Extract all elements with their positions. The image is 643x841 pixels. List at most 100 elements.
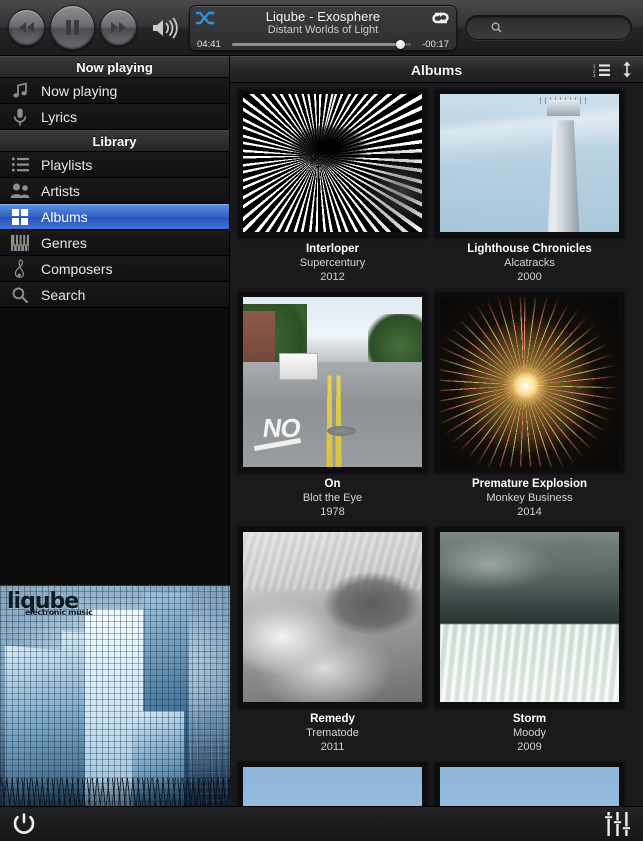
piano-icon [9, 234, 31, 251]
album-cover[interactable] [435, 89, 624, 237]
now-playing-artwork-panel: liqube electronic music ★★★★★ [0, 585, 230, 841]
album-cover-image [243, 767, 422, 806]
album-cover-image [440, 532, 619, 702]
album-year: 2012 [320, 271, 345, 283]
album-cell[interactable]: Premature Explosion Monkey Business 2014 [435, 292, 624, 519]
equalizer-button[interactable] [605, 812, 631, 836]
album-year: 2009 [517, 741, 542, 753]
sidebar-item-genres[interactable]: Genres [0, 230, 229, 256]
album-year: 2014 [517, 506, 542, 518]
previous-button[interactable] [8, 9, 45, 46]
album-name: Premature Explosion [471, 478, 588, 490]
sidebar-item-now-playing[interactable]: Now playing [0, 78, 229, 104]
up-down-arrow-icon [623, 61, 631, 78]
seek-slider[interactable] [232, 39, 411, 49]
album-year: 2011 [320, 741, 345, 753]
album-cover-image: ON [243, 297, 422, 467]
search-box[interactable] [465, 15, 632, 40]
album-name: Storm [512, 713, 547, 725]
play-pause-button[interactable] [50, 5, 95, 50]
album-cover[interactable] [435, 527, 624, 707]
album-cover[interactable]: ON [238, 292, 427, 472]
sidebar-item-label: Lyrics [41, 108, 78, 125]
artwork-logo: liqube electronic music [7, 591, 93, 617]
sidebar-list: Now playing Now playing Lyrics Library Playl… [0, 56, 229, 308]
album-cover[interactable] [435, 292, 624, 472]
album-artist: Blot the Eye [302, 492, 363, 504]
microphone-icon [9, 108, 31, 126]
album-cell[interactable]: Lighthouse Chronicles Alcatracks 2000 [435, 89, 624, 284]
people-icon [9, 183, 31, 198]
album-meta: Interloper Supercentury 2012 [238, 237, 427, 284]
album-grid: Interloper Supercentury 2012 Lighthouse Chr… [230, 83, 643, 806]
sidebar-item-label: Artists [41, 182, 80, 199]
resize-button[interactable] [622, 61, 632, 78]
artwork-logo-sub: electronic music [25, 608, 93, 617]
sidebar-item-search[interactable]: Search [0, 282, 229, 308]
transport-controls [0, 5, 179, 50]
shuffle-button[interactable] [195, 10, 215, 25]
content-pane: Albums 1 2 3 Interloper Supercentury 201… [230, 56, 643, 806]
bottom-toolbar [0, 806, 643, 841]
sidebar-group-header: Library [0, 130, 229, 152]
track-album: Distant Worlds of Light [267, 23, 379, 36]
sidebar-item-lyrics[interactable]: Lyrics [0, 104, 229, 130]
search-icon [9, 287, 31, 303]
album-meta: Premature Explosion Monkey Business 2014 [435, 472, 624, 519]
album-cell[interactable] [238, 762, 427, 806]
power-button[interactable] [12, 812, 36, 836]
album-cover[interactable] [238, 89, 427, 237]
search-input[interactable] [506, 21, 606, 34]
sidebar-item-label: Now playing [41, 82, 118, 99]
next-button[interactable] [100, 9, 137, 46]
treble-clef-icon [9, 259, 31, 278]
album-cover[interactable] [238, 527, 427, 707]
album-name: On [324, 478, 341, 490]
album-cover[interactable] [435, 762, 624, 806]
sidebar-item-label: Playlists [41, 156, 93, 173]
album-year: 1978 [320, 506, 345, 518]
album-cell[interactable] [435, 762, 624, 806]
equalizer-icon [605, 812, 630, 836]
fast-forward-icon [111, 22, 126, 33]
speaker-icon [153, 16, 178, 39]
top-toolbar: Liqube - Exosphere Distant Worlds of Lig… [0, 0, 643, 56]
app-window: Liqube - Exosphere Distant Worlds of Lig… [0, 0, 643, 841]
sidebar-item-label: Genres [41, 234, 87, 251]
album-cell[interactable]: Remedy Trematode 2011 [238, 527, 427, 754]
rewind-icon [19, 22, 34, 33]
sidebar-item-label: Albums [41, 209, 88, 225]
sidebar-item-composers[interactable]: Composers [0, 256, 229, 282]
album-meta: On Blot the Eye 1978 [238, 472, 427, 519]
svg-text:3: 3 [593, 73, 596, 77]
album-cover[interactable] [238, 762, 427, 806]
album-cell[interactable]: ON On Blot the Eye 1978 [238, 292, 427, 519]
seek-handle[interactable] [396, 39, 406, 49]
power-icon [13, 813, 35, 834]
album-cell[interactable]: Interloper Supercentury 2012 [238, 89, 427, 284]
album-name: Lighthouse Chronicles [467, 243, 592, 255]
content-tools: 1 2 3 [593, 61, 643, 78]
elapsed-time: 04:41 [197, 38, 221, 50]
album-year: 2000 [517, 271, 542, 283]
album-artwork[interactable]: liqube electronic music [0, 585, 230, 815]
sort-button[interactable]: 1 2 3 [593, 63, 610, 77]
now-playing-panel[interactable]: Liqube - Exosphere Distant Worlds of Lig… [189, 4, 457, 51]
album-meta: Remedy Trematode 2011 [238, 707, 427, 754]
list-icon [9, 157, 31, 172]
sidebar-item-albums[interactable]: Albums [0, 204, 229, 230]
sidebar-item-playlists[interactable]: Playlists [0, 152, 229, 178]
search-icon [491, 22, 502, 33]
numbered-list-icon: 1 2 3 [593, 63, 610, 77]
album-artist: Alcatracks [504, 257, 555, 269]
album-cell[interactable]: Storm Moody 2009 [435, 527, 624, 754]
repeat-button[interactable] [431, 11, 451, 25]
sidebar-item-artists[interactable]: Artists [0, 178, 229, 204]
album-meta: Lighthouse Chronicles Alcatracks 2000 [435, 237, 624, 284]
album-name: Interloper [305, 243, 360, 255]
volume-button[interactable] [151, 16, 179, 39]
album-cover-image [440, 297, 619, 467]
pause-icon [66, 20, 79, 35]
album-artist: Moody [512, 727, 547, 739]
album-cover-image [243, 532, 422, 702]
